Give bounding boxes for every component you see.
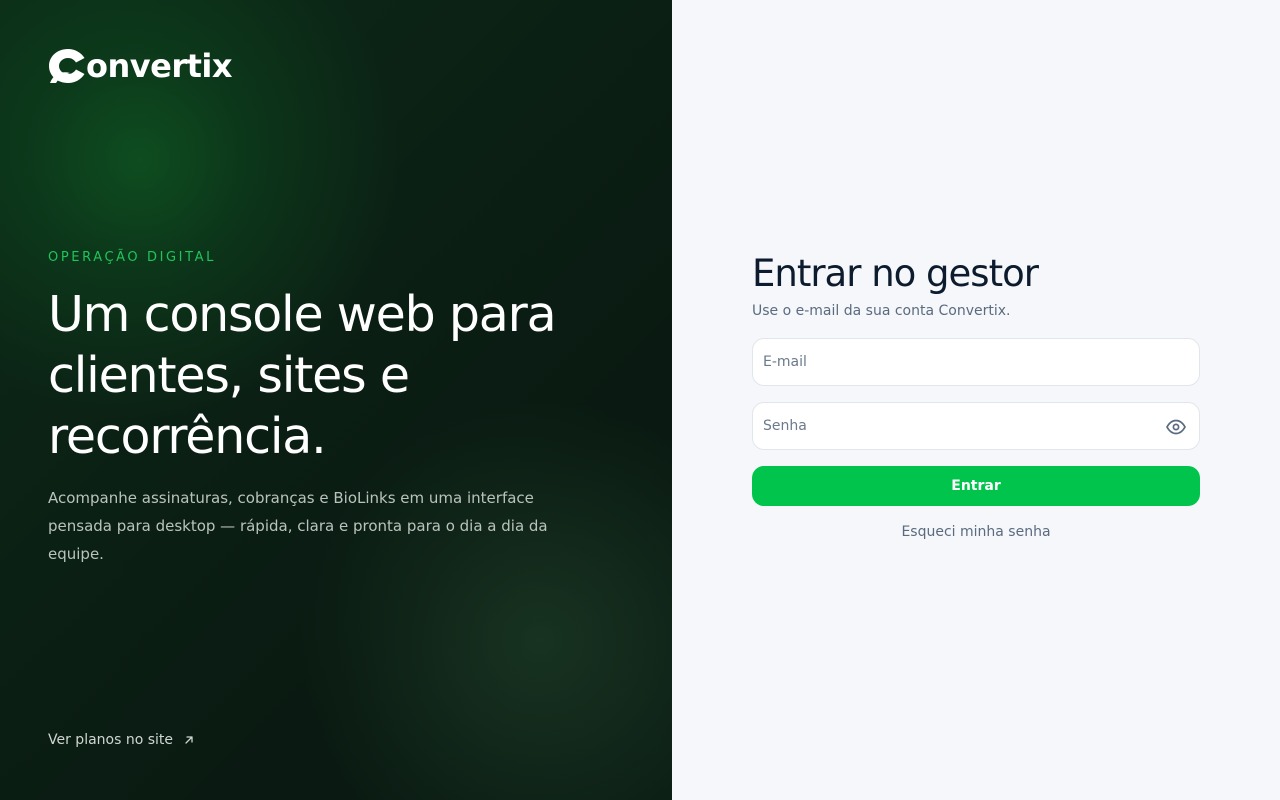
login-title: Entrar no gestor — [752, 252, 1039, 295]
login-subtitle: Use o e-mail da sua conta Convertix. — [752, 303, 1011, 319]
eye-icon[interactable] — [1165, 416, 1187, 438]
submit-login-button[interactable]: Entrar — [752, 466, 1200, 506]
hero-eyebrow: OPERAÇÃO DIGITAL — [48, 250, 216, 265]
view-plans-label: Ver planos no site — [48, 732, 174, 748]
hero-headline: Um console web para clientes, sites e re… — [48, 286, 557, 465]
hero-panel: onvertix OPERAÇÃO DIGITAL Um console web… — [0, 0, 672, 800]
password-field-container — [752, 402, 1200, 450]
email-input[interactable] — [753, 339, 1199, 385]
email-field-container — [752, 338, 1200, 386]
brand-logo[interactable]: onvertix — [48, 46, 233, 86]
brand-wordmark: onvertix — [86, 47, 233, 85]
convertix-logo-icon — [49, 49, 85, 83]
arrow-up-right-icon — [185, 736, 193, 744]
password-input[interactable] — [753, 403, 1199, 449]
hero-description: Acompanhe assinaturas, cobranças e BioLi… — [48, 489, 548, 563]
forgot-password-link[interactable]: Esqueci minha senha — [752, 524, 1200, 540]
view-plans-link[interactable]: Ver planos no site — [48, 732, 195, 748]
login-form: Entrar no gestor Use o e-mail da sua con… — [752, 252, 1200, 540]
